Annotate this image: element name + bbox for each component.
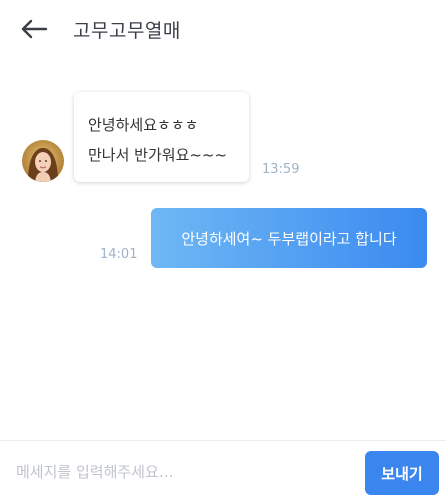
arrow-left-icon <box>21 19 48 39</box>
avatar[interactable] <box>22 140 64 182</box>
send-button[interactable]: 보내기 <box>365 451 439 495</box>
message-line: 안녕하세요ㅎㅎㅎ <box>88 116 199 134</box>
incoming-message-bubble[interactable]: 안녕하세요ㅎㅎㅎ 만나서 반가워요~~~ <box>74 92 249 182</box>
message-input[interactable] <box>16 453 346 491</box>
profile-photo <box>22 140 64 182</box>
chat-header: 고무고무열매 <box>0 0 446 60</box>
message-timestamp: 13:59 <box>262 162 300 177</box>
message-timestamp: 14:01 <box>100 247 138 262</box>
message-text: 안녕하세여~ 두부랩이라고 합니다 <box>181 229 397 248</box>
chat-screen: 고무고무열매 안녕하세요ㅎㅎㅎ 만나서 반가워요~~~ 13:59 14:01 … <box>0 0 446 504</box>
outgoing-message-bubble[interactable]: 안녕하세여~ 두부랩이라고 합니다 <box>151 208 427 268</box>
message-line: 만나서 반가워요~~~ <box>88 146 228 164</box>
message-composer: 보내기 <box>0 441 446 504</box>
chat-title: 고무고무열매 <box>73 20 181 42</box>
back-button[interactable] <box>14 12 54 46</box>
